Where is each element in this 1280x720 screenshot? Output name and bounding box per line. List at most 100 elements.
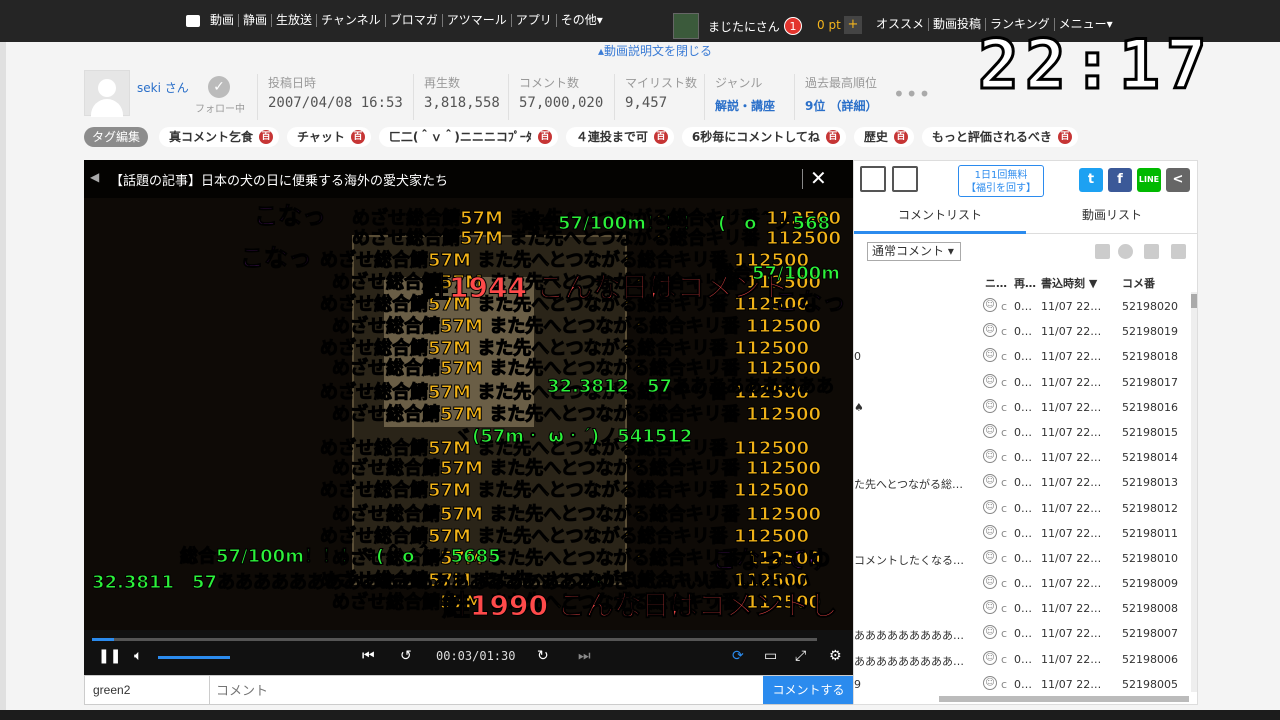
comment-input[interactable] xyxy=(210,676,763,704)
settings-gear-icon[interactable]: ⚙︎ xyxy=(829,648,842,664)
comment-row[interactable]: ☺ c 0… 11/07 22… 52198011 xyxy=(854,521,1192,546)
comment-row[interactable]: ☺ c 0… 11/07 22… 52198009 xyxy=(854,571,1192,596)
video-player[interactable]: めざせ総合鯖57M また先へとつながる総合キリ番 112500 めざせ総合鯖57M… xyxy=(84,160,853,675)
dictionary-icon[interactable]: 百 xyxy=(259,130,274,144)
rewind-10-icon[interactable]: ↺ xyxy=(400,648,412,664)
comment-row[interactable]: 9 ☺ c 0… 11/07 22… 52198005 xyxy=(854,672,1192,697)
comment-row[interactable]: ああああああああああ… ☺ c 0… 11/07 22… 52198007 xyxy=(854,621,1192,646)
follow-check-icon[interactable]: ✓ xyxy=(208,76,230,98)
download-icon[interactable] xyxy=(1144,244,1159,259)
add-points-button[interactable]: + xyxy=(844,16,862,34)
nav-blomaga[interactable]: ブロマガ xyxy=(386,14,443,27)
user-avatar[interactable] xyxy=(673,13,699,39)
comment-submit-button[interactable]: コメントする xyxy=(763,676,854,704)
calendar-icon[interactable] xyxy=(1095,244,1110,259)
tag-edit-button[interactable]: タグ編集 xyxy=(84,127,148,147)
seek-bar[interactable] xyxy=(92,638,817,641)
tag-item[interactable]: もっと評価されるべき百 xyxy=(921,127,1078,147)
comment-row[interactable]: ☺ c 0… 11/07 22… 52198012 xyxy=(854,496,1192,521)
forward-10-icon[interactable]: ↻ xyxy=(537,648,549,664)
nav-app[interactable]: アプリ xyxy=(512,14,557,27)
niconico-tv-icon[interactable] xyxy=(186,14,200,27)
uploader-avatar[interactable] xyxy=(84,70,130,117)
volume-slider[interactable] xyxy=(158,656,230,659)
nav-recommend[interactable]: オススメ xyxy=(872,18,930,31)
loop-icon[interactable]: ⟳ xyxy=(732,648,744,664)
refresh-icon[interactable] xyxy=(1118,244,1133,259)
notification-badge[interactable]: 1 xyxy=(784,17,802,35)
line-share-icon[interactable]: LINE xyxy=(1137,168,1161,192)
fullscreen-icon[interactable]: ⤢ xyxy=(795,648,806,664)
nav-channel[interactable]: チャンネル xyxy=(317,14,386,27)
dictionary-icon[interactable]: 百 xyxy=(825,130,840,144)
col-header-ng[interactable]: ニ… xyxy=(985,275,1007,291)
dictionary-icon[interactable]: 百 xyxy=(653,130,668,144)
volume-icon[interactable]: 🔈︎ xyxy=(134,648,142,664)
close-description-link[interactable]: ▴動画説明文を閉じる xyxy=(598,42,712,59)
tag-item[interactable]: 真コメント乞食百 xyxy=(159,127,280,147)
points-display[interactable]: 0 pt xyxy=(817,18,841,32)
dictionary-icon[interactable]: 百 xyxy=(350,130,365,144)
tab-video-list[interactable]: 動画リスト xyxy=(1026,202,1197,234)
comment-row[interactable]: コメントしたくなる感… ☺ c 0… 11/07 22… 52198010 xyxy=(854,546,1192,571)
skip-back-icon[interactable]: ⏮︎ xyxy=(362,648,375,664)
tag-item[interactable]: チャット百 xyxy=(287,127,371,147)
comment-number: 52198010 xyxy=(1122,551,1178,565)
comment-row[interactable]: 0 ☺ c 0… 11/07 22… 52198018 xyxy=(854,344,1192,369)
horizontal-scrollbar[interactable] xyxy=(939,696,1189,702)
comment-row[interactable]: ああああああああああ… ☺ c 0… 11/07 22… 52198006 xyxy=(854,647,1192,672)
skip-next-icon[interactable]: ⏭︎ xyxy=(578,648,591,664)
col-header-number[interactable]: コメ番 xyxy=(1122,275,1155,291)
close-icon[interactable]: ✕ xyxy=(810,166,827,190)
hide-icon[interactable] xyxy=(1171,244,1186,259)
comment-row[interactable]: ☺ c 0… 11/07 22… 52198017 xyxy=(854,370,1192,395)
uploader-name[interactable]: seki さん xyxy=(137,79,189,96)
nav-video[interactable]: 動画 xyxy=(206,14,240,27)
dictionary-icon[interactable]: 百 xyxy=(1057,130,1072,144)
tag-item[interactable]: 歴史百 xyxy=(853,127,914,147)
comment-row[interactable]: ♠ ☺ c 0… 11/07 22… 52198016 xyxy=(854,395,1192,420)
smile-icon: ☺ xyxy=(983,675,997,690)
comment-position: 0… xyxy=(1014,375,1032,389)
news-prev-icon[interactable]: ◀ xyxy=(90,170,99,184)
scrollbar-thumb[interactable] xyxy=(1191,294,1197,308)
nav-seiga[interactable]: 静画 xyxy=(239,14,273,27)
dictionary-icon[interactable]: 百 xyxy=(893,130,908,144)
lottery-promo-button[interactable]: 1日1回無料 【福引を回す】 xyxy=(958,165,1044,197)
comment-list-scrollbar[interactable] xyxy=(1191,292,1197,692)
comment-row[interactable]: ☺ c 0… 11/07 22… 52198014 xyxy=(854,445,1192,470)
overlay-comment: こなっ xyxy=(240,244,313,272)
comment-row[interactable]: た先へとつながる総… ☺ c 0… 11/07 22… 52198013 xyxy=(854,470,1192,495)
nav-live[interactable]: 生放送 xyxy=(272,14,318,27)
comment-row[interactable]: ☺ c 0… 11/07 22… 52198019 xyxy=(854,319,1192,344)
more-menu-button[interactable]: ••• xyxy=(893,82,931,106)
facebook-share-icon[interactable]: f xyxy=(1108,168,1132,192)
mylist-add-icon[interactable] xyxy=(860,166,886,192)
comment-row[interactable]: ☺ c 0… 11/07 22… 52198020 xyxy=(854,294,1192,319)
share-icon[interactable]: < xyxy=(1166,168,1190,192)
col-header-time[interactable]: 書込時刻 ▼ xyxy=(1041,275,1097,291)
command-input[interactable] xyxy=(85,676,210,704)
username[interactable]: まじたにさん xyxy=(708,18,780,35)
video-screen[interactable]: めざせ総合鯖57M また先へとつながる総合キリ番 112500 めざせ総合鯖57M… xyxy=(84,160,853,630)
nav-atsumaru[interactable]: アツマール xyxy=(443,14,512,27)
tag-item[interactable]: 6秒毎にコメントしてね百 xyxy=(681,127,846,147)
comment-row[interactable]: ☺ c 0… 11/07 22… 52198015 xyxy=(854,420,1192,445)
comment-row[interactable]: ☺ c 0… 11/07 22… 52198008 xyxy=(854,596,1192,621)
tag-item[interactable]: ㄈ二(＾ｖ＾)ニニニコﾌﾟｰﾀ 百 xyxy=(378,127,558,147)
tab-comment-list[interactable]: コメントリスト xyxy=(854,202,1026,234)
genre-link[interactable]: 解説・講座 xyxy=(715,97,775,114)
col-header-position[interactable]: 再… xyxy=(1014,275,1036,291)
twitter-share-icon[interactable]: t xyxy=(1079,168,1103,192)
comment-toggle-icon[interactable]: ▭ xyxy=(764,648,777,664)
playlist-icon[interactable] xyxy=(892,166,918,192)
nav-other[interactable]: その他▾ xyxy=(557,14,607,27)
ng-flag: c xyxy=(1001,577,1008,591)
advertise-icon[interactable] xyxy=(924,166,950,192)
tag-item[interactable]: ４連投まで可百 xyxy=(565,127,674,147)
news-headline[interactable]: 【話題の記事】日本の犬の日に便乗する海外の愛犬家たち xyxy=(110,170,448,189)
dictionary-icon[interactable]: 百 xyxy=(537,130,552,144)
pause-icon[interactable]: ❚❚ xyxy=(98,648,121,664)
ranking-detail-link[interactable]: 9位 （詳細） xyxy=(805,97,878,114)
comment-type-select[interactable]: 通常コメント ▾ xyxy=(867,242,961,261)
